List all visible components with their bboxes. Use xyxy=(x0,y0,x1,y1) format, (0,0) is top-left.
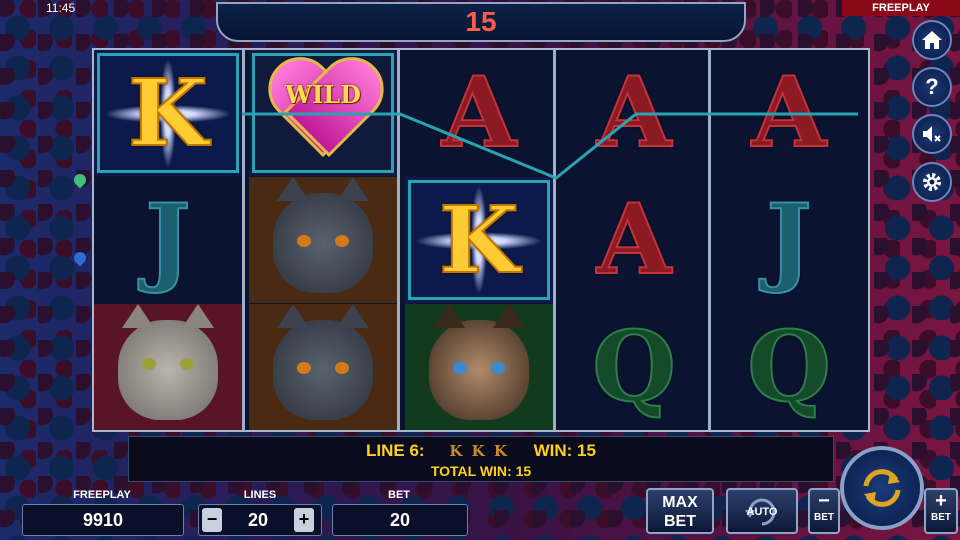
line-symbols: K K K xyxy=(449,442,509,460)
settings-button[interactable] xyxy=(912,162,952,202)
plus-icon: + xyxy=(935,490,947,512)
wild-label: WILD xyxy=(285,80,361,109)
home-button[interactable] xyxy=(912,20,952,60)
home-icon xyxy=(922,31,942,49)
max-bet-label: MAX xyxy=(662,494,698,511)
line-win: WIN: 15 xyxy=(533,441,596,460)
sound-off-icon xyxy=(923,126,941,142)
bet-increase-button[interactable]: + BET xyxy=(924,488,958,534)
bet-label: BET xyxy=(388,489,410,501)
max-bet-label: BET xyxy=(664,513,696,530)
line-number: LINE 6: xyxy=(366,441,425,460)
credit-display: 9910 xyxy=(22,504,184,536)
lines-label: LINES xyxy=(243,489,277,501)
symbol-label: K xyxy=(438,186,520,294)
bet-decrease-button[interactable]: − BET xyxy=(808,488,840,534)
lines-decrease-button[interactable]: − xyxy=(202,508,222,532)
spin-button[interactable] xyxy=(840,446,924,530)
bet-display: 20 xyxy=(332,504,468,536)
bet-plus-label: BET xyxy=(931,512,951,523)
minus-icon: − xyxy=(818,490,830,512)
payline-path xyxy=(242,112,858,180)
max-bet-button[interactable]: MAX BET xyxy=(646,488,714,534)
spin-icon xyxy=(863,469,901,507)
lines-value: 20 xyxy=(247,510,269,530)
freeplay-label: FREEPLAY xyxy=(73,489,131,501)
help-button[interactable]: ? xyxy=(912,67,952,107)
bet-minus-label: BET xyxy=(814,512,834,523)
lines-increase-button[interactable]: + xyxy=(294,508,314,532)
total-win: TOTAL WIN: 15 xyxy=(430,463,532,479)
symbol-label: K xyxy=(127,59,209,167)
win-message-bar: LINE 6: K K K WIN: 15 TOTAL WIN: 15 xyxy=(128,436,834,482)
auto-spin-button[interactable]: AUTO xyxy=(726,488,798,534)
help-icon: ? xyxy=(925,74,939,99)
auto-label: AUTO xyxy=(746,506,778,518)
sound-button[interactable] xyxy=(912,114,952,154)
settings-icon xyxy=(923,173,941,191)
